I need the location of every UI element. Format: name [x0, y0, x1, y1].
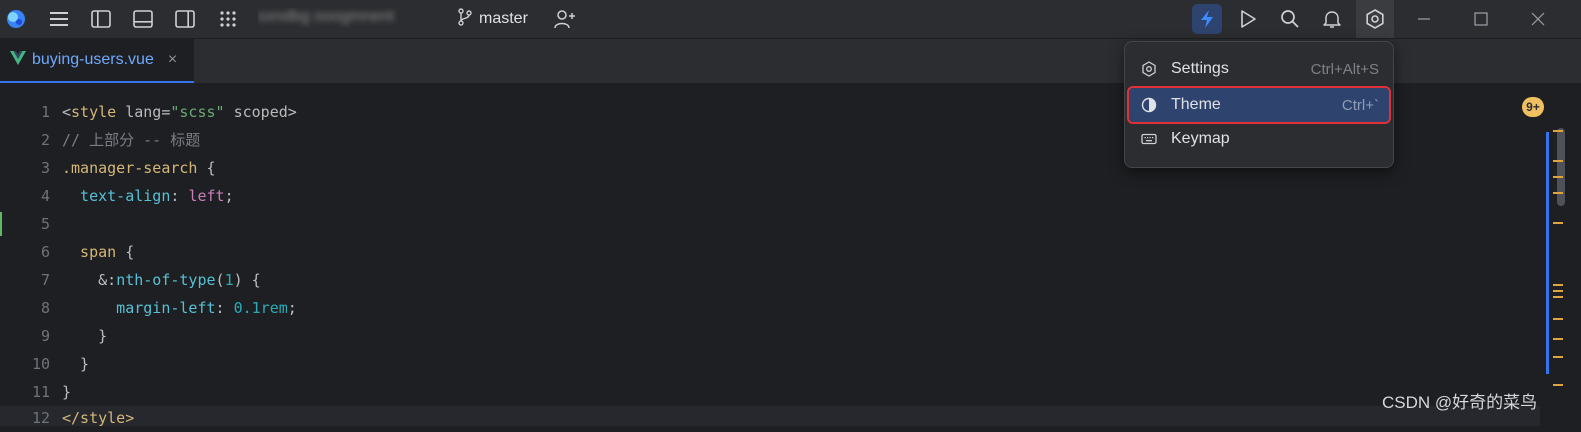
line-number: 2 — [40, 131, 50, 149]
vue-file-icon — [10, 50, 26, 70]
line-number: 1 — [40, 103, 50, 121]
project-name[interactable]: sxndbg ooogmnent — [258, 8, 436, 28]
error-stripe-mark — [1553, 130, 1563, 132]
code-text: } — [62, 327, 108, 345]
bolt-icon[interactable] — [1192, 4, 1222, 34]
code-line: 7 &:nth-of-type(1) { — [0, 266, 1540, 294]
code-line: 5 — [0, 210, 1540, 238]
line-number: 5 — [40, 215, 50, 233]
close-icon[interactable] — [1512, 0, 1564, 38]
code-text: &:nth-of-type(1) { — [62, 271, 261, 289]
line-number: 8 — [40, 299, 50, 317]
line-number: 7 — [40, 271, 50, 289]
code-line: 9 } — [0, 322, 1540, 350]
menu-item-shortcut: Ctrl+Alt+S — [1310, 60, 1379, 78]
inspection-badge[interactable]: 9+ — [1522, 97, 1544, 117]
code-text: .manager-search { — [62, 159, 216, 177]
gear-icon — [1141, 61, 1157, 77]
error-stripe-mark — [1553, 192, 1563, 194]
code-text: span { — [62, 243, 135, 261]
error-stripe-mark — [1553, 160, 1563, 162]
code-text: } — [62, 383, 72, 401]
tab-buying-users-vue[interactable]: buying-users.vue × — [0, 39, 194, 83]
hamburger-menu-icon[interactable] — [47, 7, 71, 31]
gear-icon[interactable] — [1356, 0, 1394, 38]
code-text: text-align: left; — [62, 187, 234, 205]
right-panel-icon[interactable] — [173, 7, 197, 31]
code-line: 6 span { — [0, 238, 1540, 266]
code-line: 8 margin-left: 0.1rem; — [0, 294, 1540, 322]
menu-item-keymap[interactable]: Keymap — [1129, 122, 1389, 156]
code-line: 10 } — [0, 350, 1540, 378]
line-number: 4 — [40, 187, 50, 205]
error-stripe-mark — [1553, 176, 1563, 178]
code-text: <style lang="scss" scoped> — [62, 103, 297, 121]
git-branch-icon — [457, 7, 473, 31]
scroll-region-indicator — [1546, 132, 1549, 374]
menu-item-shortcut: Ctrl+` — [1341, 96, 1379, 114]
minimize-icon[interactable] — [1398, 0, 1450, 38]
keyboard-icon — [1141, 131, 1157, 147]
code-line: 4 text-align: left; — [0, 182, 1540, 210]
left-panel-icon[interactable] — [89, 7, 113, 31]
line-number: 10 — [31, 355, 50, 373]
menu-item-label: Keymap — [1171, 130, 1230, 147]
bottom-panel-icon[interactable] — [131, 7, 155, 31]
error-stripe-mark — [1553, 290, 1563, 292]
error-stripe-mark — [1553, 356, 1563, 358]
line-number: 12 — [31, 409, 50, 427]
branch-widget[interactable]: master — [457, 7, 528, 31]
menu-item-settings[interactable]: Settings Ctrl+Alt+S — [1129, 52, 1389, 86]
theme-icon — [1141, 97, 1157, 113]
apps-grid-icon[interactable] — [216, 7, 240, 31]
run-icon[interactable] — [1236, 7, 1260, 31]
line-number: 11 — [31, 383, 50, 401]
error-stripe-mark — [1553, 222, 1563, 224]
code-line: 12 </style> — [0, 404, 1540, 432]
add-user-icon[interactable] — [553, 7, 577, 31]
error-stripe-mark — [1553, 338, 1563, 340]
line-number: 6 — [40, 243, 50, 261]
error-stripe-mark — [1553, 384, 1563, 386]
error-stripe-mark — [1553, 284, 1563, 286]
scrollbar-thumb[interactable] — [1557, 128, 1565, 206]
error-stripe-mark — [1553, 318, 1563, 320]
line-number: 3 — [40, 159, 50, 177]
menu-item-theme[interactable]: Theme Ctrl+` — [1127, 86, 1391, 124]
code-line: 11 } — [0, 378, 1540, 406]
maximize-icon[interactable] — [1455, 0, 1507, 38]
watermark: CSDN @好奇的菜鸟 — [1382, 393, 1538, 412]
bell-icon[interactable] — [1320, 7, 1344, 31]
menu-item-label: Theme — [1171, 96, 1221, 113]
code-text: } — [62, 355, 90, 373]
tab-label: buying-users.vue — [32, 51, 154, 68]
code-comment: // 上部分 -- 标题 — [62, 131, 201, 149]
app-logo-icon[interactable] — [4, 7, 28, 31]
tab-close-icon[interactable]: × — [168, 51, 177, 69]
branch-name: master — [479, 10, 528, 27]
code-text: margin-left: 0.1rem; — [62, 299, 297, 317]
title-bar: sxndbg ooogmnent master — [0, 0, 1581, 39]
menu-item-label: Settings — [1171, 60, 1229, 77]
error-stripe-mark — [1553, 296, 1563, 298]
code-text: </style> — [62, 409, 135, 427]
search-icon[interactable] — [1278, 7, 1302, 31]
settings-dropdown-menu: Settings Ctrl+Alt+S Theme Ctrl+` Keymap — [1124, 41, 1394, 168]
line-number: 9 — [40, 327, 50, 345]
